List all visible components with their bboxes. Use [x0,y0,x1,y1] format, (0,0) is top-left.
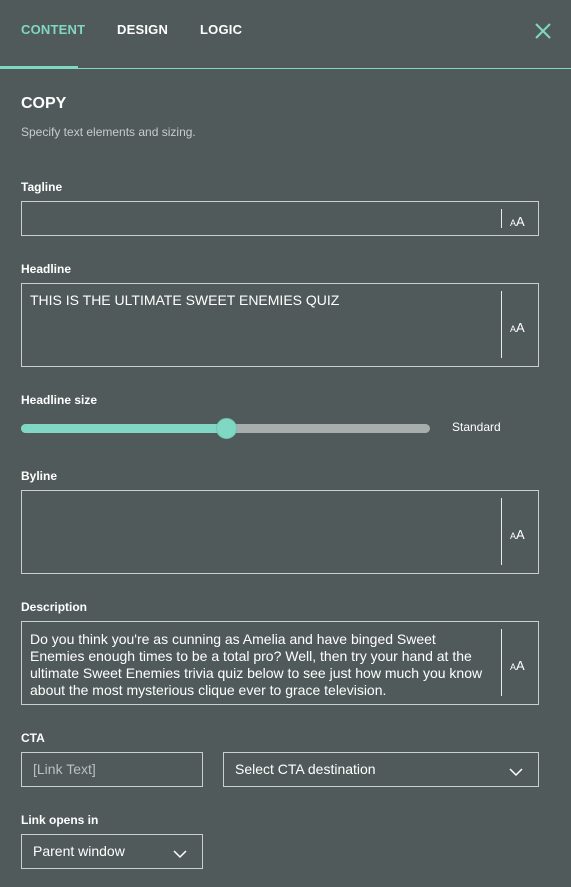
headline-size-slider[interactable] [21,418,430,439]
byline-label: Byline [21,469,58,483]
field-divider [501,291,502,358]
description-value: Do you think you're as cunning as Amelia… [30,631,486,698]
headline-size-label: Headline size [21,393,98,407]
headline-label: Headline [21,262,72,276]
svg-text:A: A [516,658,525,671]
link-opens-in-value: Parent window [33,843,125,859]
headline-field[interactable]: THIS IS THE ULTIMATE SWEET ENEMIES QUIZ … [21,283,539,367]
cta-label: CTA [21,731,45,745]
section-title: COPY [21,95,67,112]
slider-fill [21,424,226,433]
tab-logic[interactable]: LOGIC [200,22,242,37]
tab-content[interactable]: CONTENT [21,22,85,37]
tagline-field[interactable]: A A [21,201,539,236]
tab-design[interactable]: DESIGN [117,22,168,37]
cta-destination-select[interactable]: Select CTA destination [223,752,539,787]
cta-link-text-input[interactable]: [Link Text] [21,752,203,787]
cta-link-placeholder: [Link Text] [33,761,96,777]
svg-text:A: A [516,527,525,540]
font-size-icon[interactable]: A A [510,526,528,540]
headline-value: THIS IS THE ULTIMATE SWEET ENEMIES QUIZ [30,292,340,308]
description-field[interactable]: Do you think you're as cunning as Amelia… [21,621,539,705]
svg-text:A: A [516,214,525,227]
active-tab-indicator [0,66,78,69]
link-opens-in-label: Link opens in [21,813,99,827]
section-subtitle: Specify text elements and sizing. [21,125,196,139]
chevron-down-icon [509,764,523,777]
close-icon[interactable] [533,21,553,41]
tab-bar: CONTENT DESIGN LOGIC [0,0,571,69]
headline-size-value: Standard [452,420,501,434]
font-size-icon[interactable]: A A [510,213,528,227]
slider-thumb[interactable] [215,418,237,439]
tagline-label: Tagline [21,180,63,194]
field-divider [501,629,502,696]
svg-text:A: A [516,320,525,333]
field-divider [501,498,502,565]
font-size-icon[interactable]: A A [510,657,528,671]
cta-destination-value: Select CTA destination [235,761,376,777]
chevron-down-icon [173,846,187,859]
link-opens-in-select[interactable]: Parent window [21,834,203,869]
font-size-icon[interactable]: A A [510,319,528,333]
byline-field[interactable]: A A [21,490,539,574]
description-label: Description [21,600,88,614]
field-divider [501,209,502,228]
